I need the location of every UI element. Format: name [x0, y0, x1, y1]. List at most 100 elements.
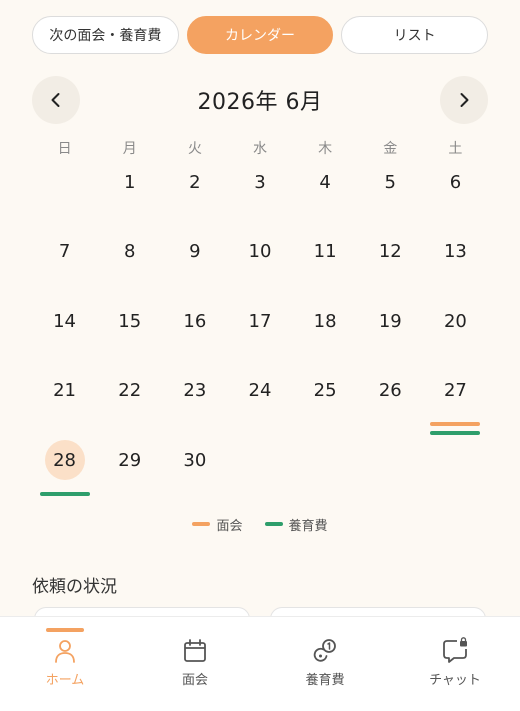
calendar-day[interactable]: 5	[358, 160, 423, 230]
legend-support-swatch	[264, 522, 283, 526]
view-switcher: 次の面会・養育費 カレンダー リスト	[32, 16, 489, 56]
weekday-label: 金	[383, 141, 398, 157]
tab-visits[interactable]: 面会	[130, 617, 260, 711]
calendar-day-number: 4	[319, 171, 331, 193]
calendar-day[interactable]: 9	[162, 230, 227, 300]
calendar-day[interactable]: 24	[227, 369, 292, 439]
tab-home-label: ホーム	[45, 673, 85, 688]
calendar-day[interactable]: 15	[97, 299, 162, 369]
legend-support: 養育費	[264, 516, 328, 534]
calendar-day-number: 16	[183, 310, 207, 332]
calendar-day[interactable]: 3	[227, 160, 292, 230]
legend-support-label: 養育費	[288, 518, 328, 534]
support-marker	[39, 492, 90, 496]
calendar-day-number: 1	[123, 171, 136, 193]
calendar-legend: 面会 養育費	[0, 516, 520, 534]
calendar-day[interactable]: 2	[162, 160, 227, 230]
calendar-day-number: 24	[248, 380, 272, 401]
calendar-day[interactable]: 10	[227, 230, 292, 300]
calendar-day-number: 20	[443, 310, 467, 332]
coins-icon	[313, 639, 336, 662]
weekday-label: 月	[122, 141, 137, 157]
calendar-day[interactable]: 20	[423, 299, 488, 369]
calendar-day[interactable]: 8	[97, 230, 162, 300]
segment-next-visit[interactable]: 次の面会・養育費	[32, 16, 179, 54]
calendar-day[interactable]: 18	[293, 299, 358, 369]
calendar-day[interactable]: 27	[423, 369, 488, 439]
calendar-day[interactable]: 23	[162, 369, 227, 439]
tab-chat[interactable]: チャット	[390, 617, 520, 711]
calendar-day[interactable]: 14	[32, 299, 97, 369]
calendar-day-number: 9	[189, 241, 201, 262]
calendar-day-number: 22	[118, 380, 142, 401]
calendar-day-number: 14	[53, 310, 77, 332]
calendar-day-number: 18	[313, 310, 337, 332]
calendar-day-number: 7	[58, 241, 71, 262]
calendar-day-number: 29	[118, 449, 142, 471]
weekday-label: 日	[57, 141, 72, 157]
calendar-day-number: 25	[313, 380, 337, 401]
weekday-label: 水	[252, 141, 267, 157]
calendar-day-number: 26	[378, 380, 402, 401]
weekday-label: 木	[318, 141, 333, 157]
legend-visit-label: 面会	[216, 518, 243, 534]
calendar-day[interactable]: 22	[97, 369, 162, 439]
tab-visits-label: 面会	[181, 673, 208, 688]
month-header: 2026年 6月	[32, 76, 488, 124]
active-tab-indicator	[46, 628, 84, 632]
prev-month-button[interactable]	[32, 76, 80, 124]
calendar-day-number: 19	[378, 310, 402, 332]
calendar-day[interactable]: 12	[358, 230, 423, 300]
calendar-day-number: 15	[118, 310, 142, 332]
tab-chat-label: チャット	[429, 673, 481, 688]
calendar-day[interactable]: 7	[32, 230, 97, 300]
calendar-day-number: 30	[183, 449, 207, 471]
calendar-day[interactable]: 29	[97, 438, 162, 508]
calendar-day[interactable]: 25	[293, 369, 358, 439]
calendar-day[interactable]: 19	[358, 299, 423, 369]
bottom-tab-bar: ホーム 面会 養育費 チャット	[0, 616, 520, 711]
chevron-right-icon	[460, 93, 469, 107]
weekday-header: 日 月 火 水 木 金 土	[32, 138, 488, 158]
tab-support[interactable]: 養育費	[260, 617, 390, 711]
calendar-day-number: 8	[123, 241, 136, 262]
calendar-day[interactable]: 1	[97, 160, 162, 230]
calendar-day-number: 5	[384, 171, 396, 193]
calendar-day-number: 12	[378, 241, 402, 262]
tab-support-label: 養育費	[305, 673, 345, 688]
calendar-icon	[184, 639, 206, 662]
calendar-day-number: 13	[443, 241, 467, 262]
chat-lock-icon	[443, 637, 467, 663]
calendar-day[interactable]: 17	[227, 299, 292, 369]
visit-marker	[430, 421, 481, 426]
calendar-day-number: 3	[254, 171, 266, 193]
calendar-day[interactable]: 4	[293, 160, 358, 230]
calendar-day[interactable]: 28	[32, 438, 97, 508]
calendar-day[interactable]: 6	[423, 160, 488, 230]
calendar-day[interactable]: 11	[293, 230, 358, 300]
calendar-empty-cell	[32, 160, 97, 230]
calendar-grid: 1 2 3 4 5 6 7 8 9 10 11 12 13 14 15 16 17 18 19 20 21 22 23 24 2…	[32, 160, 488, 508]
calendar-day[interactable]: 26	[358, 369, 423, 439]
calendar-day-number: 17	[248, 310, 272, 332]
support-marker	[430, 430, 481, 435]
calendar-day-number-today: 28	[44, 440, 85, 480]
calendar-day-number: 27	[443, 380, 467, 401]
calendar-day[interactable]: 30	[162, 438, 227, 508]
calendar-day-number: 21	[53, 380, 77, 401]
legend-visit: 面会	[192, 516, 243, 534]
calendar-day-number: 10	[248, 241, 272, 262]
calendar-day-number: 11	[313, 241, 337, 262]
segment-calendar[interactable]: カレンダー	[186, 16, 334, 54]
calendar-day-number: 6	[449, 171, 462, 193]
segment-list[interactable]: リスト	[341, 16, 489, 54]
next-month-button[interactable]	[439, 76, 488, 124]
tab-home[interactable]: ホーム	[0, 617, 130, 711]
chevron-left-icon	[51, 93, 60, 107]
calendar-day[interactable]: 21	[32, 369, 97, 439]
person-icon	[55, 640, 75, 663]
calendar-day[interactable]: 13	[423, 230, 488, 300]
weekday-label: 火	[187, 141, 202, 157]
weekday-label: 土	[448, 141, 463, 157]
calendar-day[interactable]: 16	[162, 299, 227, 369]
